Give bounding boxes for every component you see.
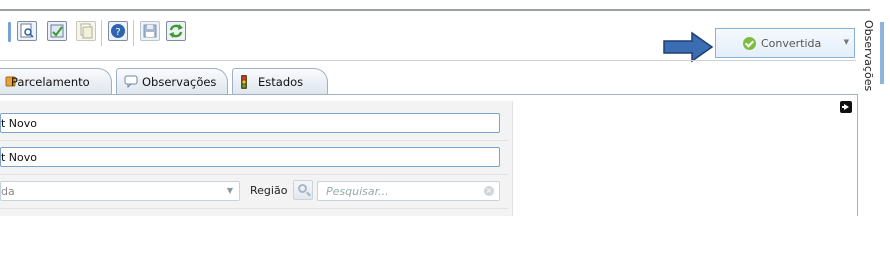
tab-label: Estados xyxy=(258,75,304,89)
toolbar: ? Convertida ▼ xyxy=(0,12,862,63)
side-panel-scrollbar[interactable] xyxy=(880,22,884,84)
tab-panel-border-right xyxy=(857,94,858,216)
save-icon[interactable] xyxy=(140,21,160,41)
comment-icon xyxy=(124,75,138,89)
refresh-icon[interactable] xyxy=(166,21,186,41)
help-icon[interactable]: ? xyxy=(108,21,128,41)
copy-icon[interactable] xyxy=(76,21,96,41)
combo-value: da xyxy=(1,185,15,198)
row-divider xyxy=(0,140,508,141)
tab-panel-border xyxy=(0,94,858,95)
side-panel-title[interactable]: Observações xyxy=(862,20,875,91)
regiao-search-input[interactable]: Pesquisar... × xyxy=(317,181,500,201)
right-arrow-icon xyxy=(663,31,714,63)
search-placeholder: Pesquisar... xyxy=(326,185,389,198)
dropdown-arrow-icon[interactable]: ▼ xyxy=(227,186,233,195)
approve-icon[interactable] xyxy=(47,21,67,41)
top-rule xyxy=(0,9,870,11)
traffic-light-icon xyxy=(240,75,252,89)
clear-icon[interactable]: × xyxy=(484,186,494,196)
text-field-1[interactable]: t Novo xyxy=(0,113,500,133)
toolbar-divider xyxy=(0,60,856,61)
toolbar-separator xyxy=(101,20,102,46)
status-dropdown[interactable]: Convertida ▼ xyxy=(715,28,855,58)
regiao-label: Região xyxy=(250,184,288,197)
chevron-down-icon: ▼ xyxy=(843,38,849,46)
search-button[interactable] xyxy=(293,180,313,200)
preview-icon[interactable] xyxy=(17,21,37,41)
tab-bar: Parcelamento Observações Estados xyxy=(0,68,860,96)
status-label: Convertida xyxy=(761,37,822,50)
check-icon xyxy=(743,37,756,50)
tab-parcelamento[interactable]: Parcelamento xyxy=(0,68,112,94)
row-divider xyxy=(0,174,508,175)
field-value: t Novo xyxy=(1,151,38,164)
combo-field[interactable]: da ▼ xyxy=(0,181,240,201)
toolbar-edge xyxy=(8,22,11,42)
tab-label: Observações xyxy=(142,75,217,89)
row-divider xyxy=(0,208,508,209)
tab-label: Parcelamento xyxy=(11,75,90,89)
go-arrow-icon[interactable] xyxy=(840,101,852,113)
text-field-2[interactable]: t Novo xyxy=(0,147,500,167)
toolbar-separator xyxy=(133,20,134,46)
svg-text:?: ? xyxy=(115,27,120,38)
tab-observacoes[interactable]: Observações xyxy=(116,68,228,94)
tab-estados[interactable]: Estados xyxy=(232,68,328,94)
field-value: t Novo xyxy=(1,117,38,130)
